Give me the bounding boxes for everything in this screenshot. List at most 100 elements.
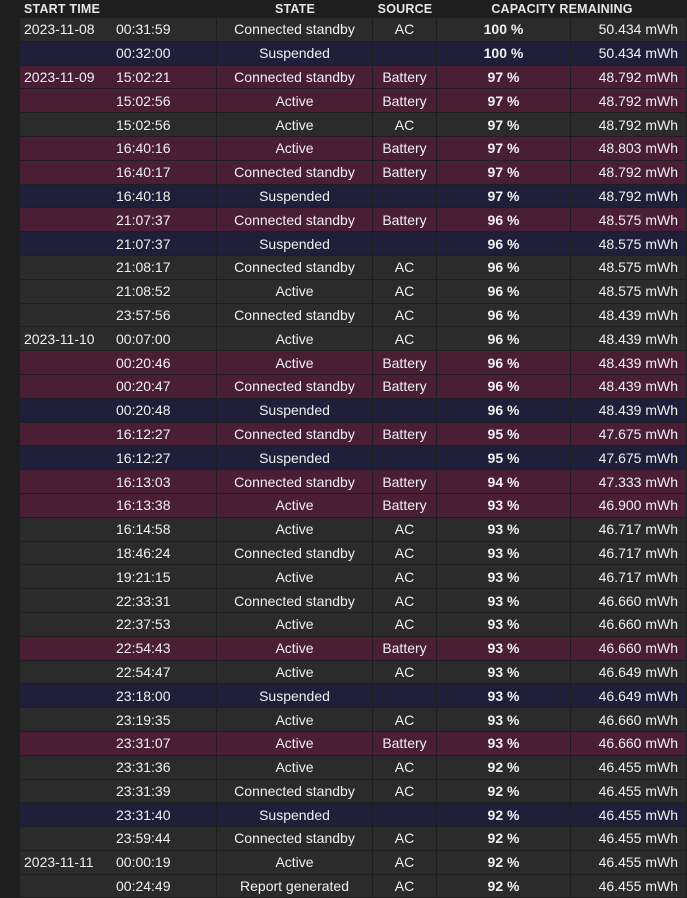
cell-start-time: 23:57:56 <box>20 303 217 328</box>
cell-start-time: 21:07:37 <box>20 208 217 233</box>
cell-capacity: 46.455 mWh <box>571 779 687 804</box>
cell-state: Connected standby <box>217 589 373 613</box>
start-time: 23:31:39 <box>116 782 171 799</box>
start-time: 16:14:58 <box>116 521 171 538</box>
cell-state: Active <box>217 708 373 732</box>
cell-capacity: 46.649 mWh <box>571 660 687 685</box>
cell-state: Connected standby <box>217 422 373 447</box>
start-time: 23:57:56 <box>116 306 171 323</box>
cell-percent: 93 % <box>437 660 571 685</box>
cell-percent: 93 % <box>437 517 571 542</box>
cell-source <box>373 803 437 828</box>
cell-capacity: 46.660 mWh <box>571 731 687 756</box>
cell-source: AC <box>373 755 437 780</box>
cell-state: Connected standby <box>217 160 373 185</box>
cell-source: AC <box>373 708 437 732</box>
cell-capacity: 48.575 mWh <box>571 279 687 304</box>
cell-percent: 97 % <box>437 65 571 90</box>
start-date: 2023-11-09 <box>24 68 95 85</box>
cell-start-time: 23:31:07 <box>20 731 217 756</box>
cell-start-time: 22:54:47 <box>20 660 217 685</box>
table-row: 15:02:56 Active Battery 97 % 48.792 mWh <box>20 89 687 114</box>
cell-state: Connected standby <box>217 374 373 399</box>
start-time-wrapper: 16:40:18 <box>20 185 216 208</box>
table-row: 23:31:39 Connected standby AC 92 % 46.455 mW… <box>20 779 687 804</box>
table-row: 23:31:40 Suspended 92 % 46.455 mWh <box>20 803 687 828</box>
start-time: 16:40:17 <box>116 164 171 181</box>
start-time-wrapper: 00:20:46 <box>20 351 216 374</box>
start-time: 23:59:44 <box>116 830 171 847</box>
cell-source: AC <box>373 541 437 566</box>
table-row: 00:20:46 Active Battery 96 % 48.439 mWh <box>20 351 687 375</box>
start-time-wrapper: 21:08:17 <box>20 256 216 279</box>
battery-report: START TIME STATE SOURCE CAPACITY REMAINI… <box>20 0 687 898</box>
cell-percent: 96 % <box>437 303 571 328</box>
cell-state: Connected standby <box>217 827 373 851</box>
cell-capacity: 48.792 mWh <box>571 113 687 137</box>
cell-capacity: 46.455 mWh <box>571 874 687 898</box>
cell-source: AC <box>373 874 437 898</box>
cell-source: Battery <box>373 65 437 90</box>
start-time-wrapper: 16:40:17 <box>20 161 216 184</box>
start-time-wrapper: 2023-11-09 15:02:21 <box>20 66 216 89</box>
start-time-wrapper: 23:31:07 <box>20 732 216 755</box>
start-time-wrapper: 22:37:53 <box>20 613 216 636</box>
cell-source: Battery <box>373 422 437 447</box>
cell-source <box>373 684 437 709</box>
start-time-wrapper: 21:07:37 <box>20 232 216 255</box>
cell-capacity: 46.717 mWh <box>571 541 687 566</box>
cell-state: Suspended <box>217 446 373 471</box>
cell-start-time: 16:13:38 <box>20 493 217 518</box>
cell-percent: 97 % <box>437 89 571 114</box>
cell-percent: 96 % <box>437 327 571 352</box>
cell-capacity: 46.660 mWh <box>571 589 687 613</box>
cell-start-time: 2023-11-10 00:07:00 <box>20 327 217 352</box>
cell-percent: 92 % <box>437 779 571 804</box>
start-time-wrapper: 23:59:44 <box>20 827 216 850</box>
cell-start-time: 22:54:43 <box>20 636 217 661</box>
cell-start-time: 00:20:47 <box>20 374 217 399</box>
cell-capacity: 50.434 mWh <box>571 18 687 42</box>
start-time: 18:46:24 <box>116 544 171 561</box>
cell-percent: 100 % <box>437 18 571 42</box>
cell-state: Active <box>217 136 373 161</box>
start-time-wrapper: 15:02:56 <box>20 113 216 136</box>
cell-state: Connected standby <box>217 303 373 328</box>
cell-source: Battery <box>373 89 437 114</box>
start-time-wrapper: 16:12:27 <box>20 423 216 446</box>
cell-capacity: 46.660 mWh <box>571 612 687 637</box>
cell-source <box>373 184 437 209</box>
cell-start-time: 15:02:56 <box>20 89 217 114</box>
cell-state: Connected standby <box>217 65 373 90</box>
table-row: 2023-11-08 00:31:59 Connected standby AC 100… <box>20 18 687 42</box>
cell-start-time: 21:07:37 <box>20 232 217 256</box>
cell-percent: 92 % <box>437 803 571 828</box>
cell-source: AC <box>373 779 437 804</box>
table-row: 21:07:37 Connected standby Battery 96 % 48.5… <box>20 208 687 233</box>
cell-capacity: 48.439 mWh <box>571 398 687 423</box>
start-time-wrapper: 22:54:47 <box>20 661 216 684</box>
start-time-wrapper: 23:31:40 <box>20 803 216 826</box>
start-time-wrapper: 00:32:00 <box>20 42 216 65</box>
start-time-wrapper: 2023-11-08 00:31:59 <box>20 18 216 41</box>
battery-usage-table: START TIME STATE SOURCE CAPACITY REMAINI… <box>20 0 687 898</box>
cell-capacity: 48.792 mWh <box>571 65 687 90</box>
start-time: 23:19:35 <box>116 711 171 728</box>
cell-source: Battery <box>373 160 437 185</box>
start-time: 00:24:49 <box>116 878 171 895</box>
cell-source: AC <box>373 303 437 328</box>
cell-start-time: 22:33:31 <box>20 589 217 613</box>
cell-source: AC <box>373 327 437 352</box>
cell-percent: 97 % <box>437 184 571 209</box>
cell-percent: 92 % <box>437 874 571 898</box>
cell-percent: 97 % <box>437 113 571 137</box>
cell-percent: 95 % <box>437 422 571 447</box>
cell-start-time: 21:08:17 <box>20 255 217 280</box>
cell-start-time: 23:18:00 <box>20 684 217 709</box>
cell-source: AC <box>373 850 437 875</box>
table-row: 2023-11-11 00:00:19 Active AC 92 % 46.455 mWh <box>20 850 687 875</box>
cell-state: Report generated <box>217 874 373 898</box>
cell-percent: 93 % <box>437 612 571 637</box>
cell-start-time: 16:14:58 <box>20 517 217 542</box>
table-row: 16:14:58 Active AC 93 % 46.717 mWh <box>20 517 687 542</box>
